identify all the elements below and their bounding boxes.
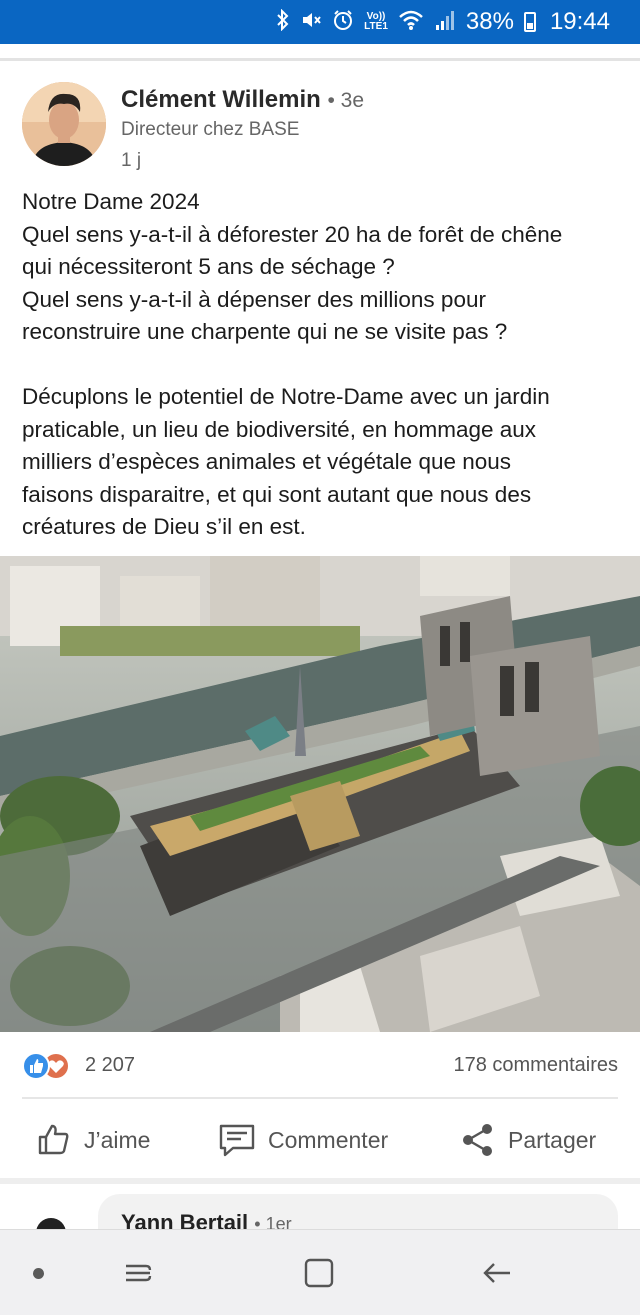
post-line: milliers d’espèces animales et végétale … <box>22 449 512 474</box>
volte-icon: Vo)) LTE1 <box>364 12 388 32</box>
like-button[interactable]: J’aime <box>36 1110 150 1170</box>
alarm-icon <box>332 9 354 35</box>
signal-icon <box>434 9 456 35</box>
like-label: J’aime <box>84 1126 151 1153</box>
home-icon[interactable] <box>302 1256 336 1295</box>
wifi-icon <box>398 9 424 35</box>
reaction-count[interactable]: 2 207 <box>85 1054 135 1077</box>
comment-icon <box>218 1122 256 1158</box>
actions-divider <box>22 1097 618 1099</box>
post-actions: J’aime Commenter Partager <box>0 1110 640 1170</box>
author-name[interactable]: Clément Willemin <box>121 86 321 113</box>
nav-dot-icon[interactable] <box>33 1268 44 1279</box>
connection-degree: • 3e <box>327 89 365 112</box>
post-line: créatures de Dieu s’il en est. <box>22 514 306 539</box>
comment-label: Commenter <box>268 1126 389 1153</box>
android-nav-bar <box>0 1229 640 1315</box>
social-counts: 2 207 178 commentaires <box>22 1050 618 1082</box>
post-image[interactable] <box>0 556 640 1032</box>
top-divider <box>0 58 640 61</box>
share-icon <box>460 1122 496 1158</box>
post-line: Notre Dame 2024 <box>22 189 200 214</box>
post-time: 1 j <box>121 150 142 171</box>
back-icon[interactable] <box>480 1256 514 1295</box>
post-text: Notre Dame 2024 Quel sens y-a-t-il à déf… <box>22 186 622 544</box>
author-avatar[interactable] <box>22 82 106 166</box>
mute-icon <box>300 9 322 35</box>
post-line: reconstruire une charpente qui ne se vis… <box>22 319 508 344</box>
volte-label-bottom: LTE1 <box>364 21 388 32</box>
post-line: faisons disparaitre, et qui sont autant … <box>22 481 532 507</box>
section-divider <box>0 1178 640 1184</box>
share-label: Partager <box>508 1126 597 1153</box>
post-line: praticable, un lieu de biodiversité, en … <box>22 416 537 442</box>
comments-count[interactable]: 178 commentaires <box>453 1054 618 1077</box>
like-reaction-icon <box>22 1052 50 1080</box>
status-bar: Vo)) LTE1 38% 19:44 <box>0 0 640 44</box>
share-button[interactable]: Partager <box>460 1110 596 1170</box>
recent-apps-icon[interactable] <box>122 1256 156 1295</box>
post-line: Décuplons le potentiel de Notre-Dame ave… <box>22 384 550 409</box>
bluetooth-icon <box>276 8 290 35</box>
clock: 19:44 <box>549 8 610 35</box>
reactions[interactable] <box>22 1052 82 1080</box>
battery-icon <box>523 12 536 32</box>
post-author[interactable]: Clément Willemin • 3e Directeur chez BAS… <box>22 82 622 172</box>
post-line: Quel sens y-a-t-il à dépenser des millio… <box>22 286 486 312</box>
battery-percent: 38% <box>465 8 514 35</box>
post-line: qui nécessiteront 5 ans de séchage ? <box>22 254 395 279</box>
author-headline: Directeur chez BASE <box>121 119 300 140</box>
post-line: Quel sens y-a-t-il à déforester 20 ha de… <box>22 221 563 247</box>
comment-button[interactable]: Commenter <box>218 1110 388 1170</box>
thumbs-up-icon <box>36 1122 72 1158</box>
